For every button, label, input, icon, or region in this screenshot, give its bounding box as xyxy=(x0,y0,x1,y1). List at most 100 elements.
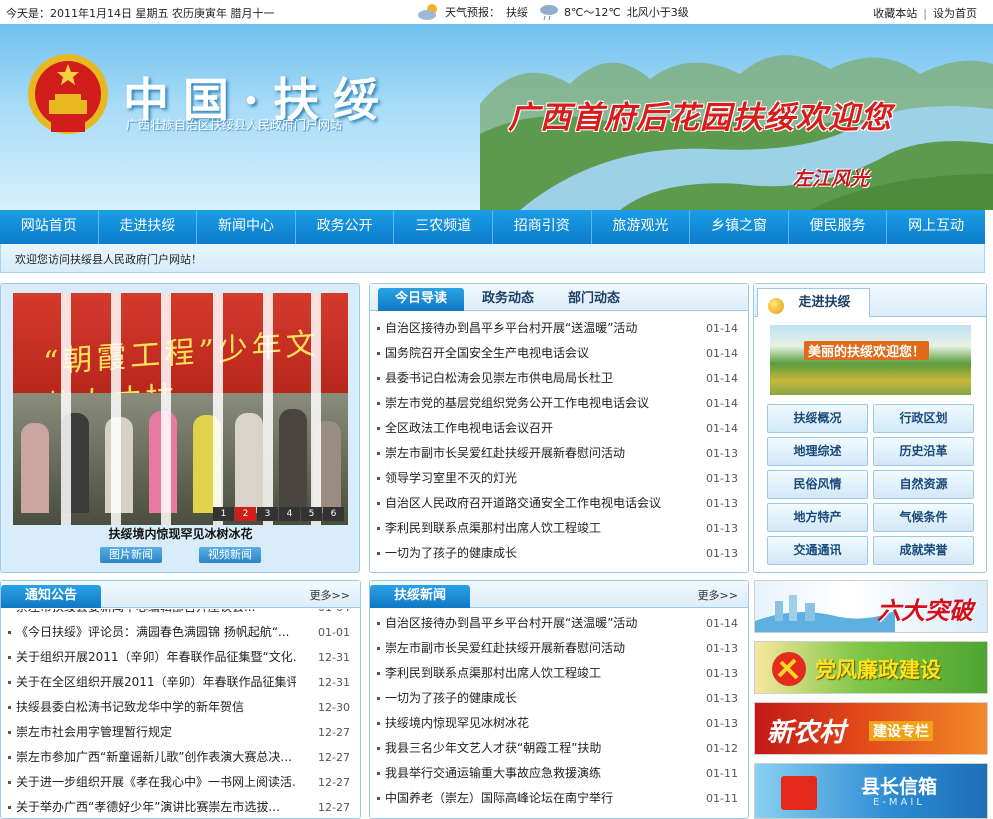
fusui-news-more-link[interactable]: 更多>> xyxy=(698,587,738,603)
tab-dept-news[interactable]: 部门动态 xyxy=(556,288,632,311)
tab-gov-news[interactable]: 政务动态 xyxy=(470,288,546,311)
notice-title[interactable]: 崇左市社会用字管理暂行规定 xyxy=(16,720,296,745)
btn-natural-resources[interactable]: 自然资源 xyxy=(873,470,974,499)
news-title[interactable]: 一切为了孩子的健康成长 xyxy=(385,686,685,711)
notice-title[interactable]: 关于组织开展2011（辛卯）年春联作品征集暨“文化... xyxy=(16,645,296,670)
list-item[interactable]: 崇左市党的基层党组织党务公开工作电视电话会议 01-14 xyxy=(370,391,748,416)
list-item[interactable]: 关于举办广西“孝德好少年”演讲比赛崇左市选拔... 12-27 xyxy=(1,795,360,818)
nav-government-affairs[interactable]: 政务公开 xyxy=(296,210,395,244)
news-title[interactable]: 崇左市副市长吴爱红赴扶绥开展新春慰问活动 xyxy=(385,636,685,661)
nav-investment[interactable]: 招商引资 xyxy=(493,210,592,244)
six-breakthroughs-banner[interactable]: 六大突破 xyxy=(754,580,988,633)
btn-geography[interactable]: 地理综述 xyxy=(767,437,868,466)
list-item[interactable]: 自治区接待办到昌平乡平台村开展“送温暖”活动 01-14 xyxy=(370,316,748,341)
fusui-scenery-image[interactable]: 美丽的扶绥欢迎您！ xyxy=(770,325,971,395)
slide-page-3[interactable]: 3 xyxy=(257,507,278,521)
news-title[interactable]: 崇左市副市长吴爱红赴扶绥开展新春慰问活动 xyxy=(385,441,685,466)
nav-agriculture[interactable]: 三农频道 xyxy=(394,210,493,244)
nav-services[interactable]: 便民服务 xyxy=(789,210,888,244)
nav-towns[interactable]: 乡镇之窗 xyxy=(690,210,789,244)
slide-page-6[interactable]: 6 xyxy=(323,507,344,521)
news-title[interactable]: 李利民到联系点渠那村出席人饮工程竣工 xyxy=(385,516,685,541)
btn-admin-divisions[interactable]: 行政区划 xyxy=(873,404,974,433)
btn-local-products[interactable]: 地方特产 xyxy=(767,503,868,532)
new-countryside-banner[interactable]: 新农村 建设专栏 xyxy=(754,702,988,755)
list-item[interactable]: 李利民到联系点渠那村出席人饮工程竣工 01-13 xyxy=(370,661,748,686)
tab-today[interactable]: 今日导读 xyxy=(378,288,464,311)
list-item[interactable]: 关于在全区组织开展2011（辛卯）年春联作品征集评... 12-31 xyxy=(1,670,360,695)
party-integrity-text: 党风廉政建设 xyxy=(815,657,941,682)
list-item[interactable]: 《今日扶绥》评论员：满园春色满园锦 扬帆起航“... 01-01 xyxy=(1,620,360,645)
photo-slideshow[interactable]: “朝霞工程”少年文艺人才扶 1 2 3 4 5 6 xyxy=(13,293,348,525)
notice-title[interactable]: 《今日扶绥》评论员：满园春色满园锦 扬帆起航“... xyxy=(16,620,296,645)
list-item[interactable]: 关于进一步组织开展《孝在我心中》一书网上阅读活... 12-27 xyxy=(1,770,360,795)
news-title[interactable]: 领导学习室里不灭的灯光 xyxy=(385,466,685,491)
list-item[interactable]: 自治区接待办到昌平乡平台村开展“送温暖”活动 01-14 xyxy=(370,611,748,636)
list-item[interactable]: 扶绥县委白松涛书记致龙华中学的新年贺信 12-30 xyxy=(1,695,360,720)
news-title[interactable]: 自治区人民政府召开道路交通安全工作电视电话会议 xyxy=(385,491,685,516)
btn-transport[interactable]: 交通通讯 xyxy=(767,536,868,565)
notice-title[interactable]: 崇左市扶绥县委新闻中心编辑部召开座谈会... xyxy=(16,609,296,620)
nav-about[interactable]: 走进扶绥 xyxy=(99,210,198,244)
news-title[interactable]: 全区政法工作电视电话会议召开 xyxy=(385,416,685,441)
news-title[interactable]: 扶绥境内惊现罕见冰树冰花 xyxy=(385,711,685,736)
county-mayor-mailbox-banner[interactable]: 县长信箱 E-MAIL xyxy=(754,763,988,819)
notice-title[interactable]: 扶绥县委白松涛书记致龙华中学的新年贺信 xyxy=(16,695,296,720)
nav-home[interactable]: 网站首页 xyxy=(0,210,99,244)
list-item[interactable]: 关于组织开展2011（辛卯）年春联作品征集暨“文化... 12-31 xyxy=(1,645,360,670)
notice-tab[interactable]: 通知公告 xyxy=(1,585,101,608)
btn-history[interactable]: 历史沿革 xyxy=(873,437,974,466)
list-item[interactable]: 我县举行交通运输重大事故应急救援演练 01-11 xyxy=(370,761,748,786)
nav-tourism[interactable]: 旅游观光 xyxy=(592,210,691,244)
btn-customs[interactable]: 民俗风情 xyxy=(767,470,868,499)
btn-overview[interactable]: 扶绥概况 xyxy=(767,404,868,433)
notice-title[interactable]: 关于举办广西“孝德好少年”演讲比赛崇左市选拔... xyxy=(16,795,296,818)
fusui-news-tab[interactable]: 扶绥新闻 xyxy=(370,585,470,608)
slide-page-2[interactable]: 2 xyxy=(235,507,256,521)
news-title[interactable]: 国务院召开全国安全生产电视电话会议 xyxy=(385,341,685,366)
slide-page-5[interactable]: 5 xyxy=(301,507,322,521)
list-item[interactable]: 崇左市副市长吴爱红赴扶绥开展新春慰问活动 01-13 xyxy=(370,636,748,661)
news-title[interactable]: 自治区接待办到昌平乡平台村开展“送温暖”活动 xyxy=(385,316,685,341)
news-title[interactable]: 李利民到联系点渠那村出席人饮工程竣工 xyxy=(385,661,685,686)
news-title[interactable]: 中国养老（崇左）国际高峰论坛在南宁举行 xyxy=(385,786,685,811)
news-title[interactable]: 自治区接待办到昌平乡平台村开展“送温暖”活动 xyxy=(385,611,685,636)
news-title[interactable]: 我县三名少年文艺人才获“朝霞工程”扶助 xyxy=(385,736,685,761)
about-fusui-tab[interactable]: 走进扶绥 xyxy=(757,288,870,317)
notice-title[interactable]: 关于在全区组织开展2011（辛卯）年春联作品征集评... xyxy=(16,670,296,695)
list-item[interactable]: 崇左市社会用字管理暂行规定 12-27 xyxy=(1,720,360,745)
notice-more-link[interactable]: 更多>> xyxy=(310,587,350,603)
news-title[interactable]: 我县举行交通运输重大事故应急救援演练 xyxy=(385,761,685,786)
party-integrity-banner[interactable]: 党风廉政建设 xyxy=(754,641,988,694)
news-title[interactable]: 县委书记白松涛会见崇左市供电局局长杜卫 xyxy=(385,366,685,391)
set-homepage-link[interactable]: 设为首页 xyxy=(933,7,977,20)
list-item[interactable]: 县委书记白松涛会见崇左市供电局局长杜卫 01-14 xyxy=(370,366,748,391)
notice-title[interactable]: 关于进一步组织开展《孝在我心中》一书网上阅读活... xyxy=(16,770,296,795)
nav-news-center[interactable]: 新闻中心 xyxy=(197,210,296,244)
list-item[interactable]: 一切为了孩子的健康成长 01-13 xyxy=(370,686,748,711)
list-item[interactable]: 我县三名少年文艺人才获“朝霞工程”扶助 01-12 xyxy=(370,736,748,761)
list-item[interactable]: 崇左市副市长吴爱红赴扶绥开展新春慰问活动 01-13 xyxy=(370,441,748,466)
list-item[interactable]: 一切为了孩子的健康成长 01-13 xyxy=(370,541,748,566)
list-item[interactable]: 李利民到联系点渠那村出席人饮工程竣工 01-13 xyxy=(370,516,748,541)
list-item[interactable]: 国务院召开全国安全生产电视电话会议 01-14 xyxy=(370,341,748,366)
picture-news-button[interactable]: 图片新闻 xyxy=(100,547,162,563)
list-item[interactable]: 中国养老（崇左）国际高峰论坛在南宁举行 01-11 xyxy=(370,786,748,811)
list-item[interactable]: 崇左市扶绥县委新闻中心编辑部召开座谈会... 01-04 xyxy=(1,609,360,620)
bookmark-link[interactable]: 收藏本站 xyxy=(873,7,917,20)
news-title[interactable]: 一切为了孩子的健康成长 xyxy=(385,541,685,566)
btn-climate[interactable]: 气候条件 xyxy=(873,503,974,532)
photo-caption[interactable]: 扶绥境内惊现罕见冰树冰花 xyxy=(13,525,348,542)
list-item[interactable]: 扶绥境内惊现罕见冰树冰花 01-13 xyxy=(370,711,748,736)
list-item[interactable]: 自治区人民政府召开道路交通安全工作电视电话会议 01-13 xyxy=(370,491,748,516)
notice-title[interactable]: 崇左市参加广西“新童谣新儿歌”创作表演大赛总决... xyxy=(16,745,296,770)
slide-page-1[interactable]: 1 xyxy=(213,507,234,521)
nav-interaction[interactable]: 网上互动 xyxy=(887,210,985,244)
slide-page-4[interactable]: 4 xyxy=(279,507,300,521)
list-item[interactable]: 全区政法工作电视电话会议召开 01-14 xyxy=(370,416,748,441)
list-item[interactable]: 崇左市参加广西“新童谣新儿歌”创作表演大赛总决... 12-27 xyxy=(1,745,360,770)
news-title[interactable]: 崇左市党的基层党组织党务公开工作电视电话会议 xyxy=(385,391,685,416)
video-news-button[interactable]: 视频新闻 xyxy=(199,547,261,563)
btn-achievements[interactable]: 成就荣誉 xyxy=(873,536,974,565)
list-item[interactable]: 领导学习室里不灭的灯光 01-13 xyxy=(370,466,748,491)
